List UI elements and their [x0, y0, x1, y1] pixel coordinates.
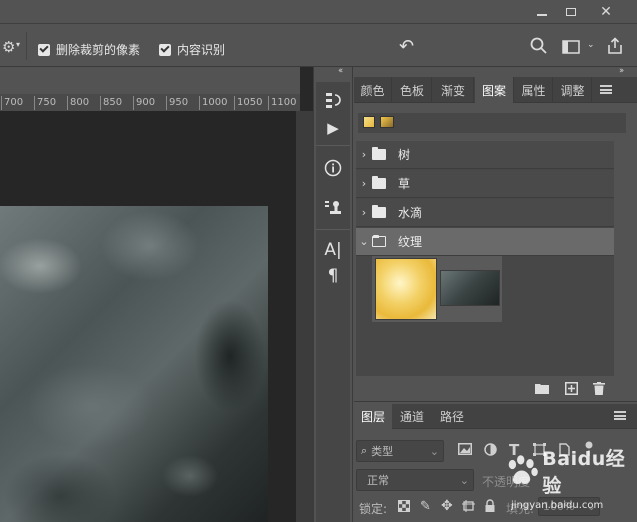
delete-cropped-pixels-label: 删除裁剪的像素 — [56, 43, 141, 57]
collapse-panels-icon[interactable]: ‹‹ — [338, 66, 343, 76]
recent-pattern-swatch[interactable] — [363, 116, 375, 128]
pixel-layer-filter-icon[interactable] — [458, 443, 472, 458]
texture-image-layer[interactable] — [0, 206, 268, 522]
watermark-brand: Baidu经验 — [542, 448, 626, 497]
ruler-tick: 700 — [1, 96, 23, 110]
workspace-chevron-down-icon[interactable]: ⌄ — [587, 40, 595, 50]
panel-menu-icon[interactable] — [600, 85, 612, 94]
search-icon: ⌕ — [361, 444, 368, 457]
reset-crop-icon[interactable]: ↶ — [399, 36, 414, 57]
chevron-right-icon[interactable]: › — [356, 206, 372, 219]
folder-icon — [372, 147, 386, 160]
chevron-down-icon: ⌄ — [459, 473, 469, 487]
menu-icon — [614, 411, 626, 420]
minimize-icon — [537, 14, 547, 16]
lock-all-icon[interactable] — [485, 499, 495, 515]
ruler-tick: 1000 — [199, 96, 227, 110]
close-icon: ✕ — [600, 4, 612, 20]
recent-pattern-swatch[interactable] — [380, 116, 394, 128]
gear-icon[interactable]: ⚙ — [2, 38, 15, 56]
tab-adjustments[interactable]: 调整 — [554, 77, 592, 103]
paw-logo — [508, 455, 538, 484]
blend-mode-select[interactable]: 正常 ⌄ — [356, 469, 474, 491]
actions-play-icon[interactable]: ▶ — [316, 116, 350, 140]
pattern-thumbnail-concrete[interactable] — [440, 270, 500, 306]
clone-source-icon[interactable] — [316, 196, 350, 220]
tab-patterns[interactable]: 图案 — [475, 77, 514, 103]
watermark: Baidu经验 jingyan.baidu.com — [505, 444, 637, 511]
watermark-url: jingyan.baidu.com — [511, 500, 604, 511]
pattern-group-name: 水滴 — [398, 206, 423, 220]
share-icon[interactable] — [606, 37, 624, 58]
divider — [316, 145, 350, 146]
ruler-tick: 1050 — [234, 96, 262, 110]
content-aware-checkbox[interactable]: 内容识别 — [159, 41, 225, 58]
ruler-tick: 950 — [166, 96, 188, 110]
adjustment-layer-filter-icon[interactable] — [484, 443, 497, 459]
divider — [26, 32, 27, 60]
new-pattern-icon[interactable] — [565, 382, 578, 398]
ruler-tick: 1100 — [268, 96, 296, 110]
tab-color[interactable]: 颜色 — [354, 77, 392, 103]
trash-icon[interactable] — [593, 382, 605, 398]
lock-transparent-pixels-icon[interactable] — [398, 500, 410, 515]
pattern-thumbnail-yellow[interactable] — [375, 258, 437, 320]
ruler-tick: 900 — [133, 96, 155, 110]
tab-swatches[interactable]: 色板 — [393, 77, 432, 103]
pattern-group-tree[interactable]: › 树 — [356, 141, 614, 169]
ruler-tick: 800 — [67, 96, 89, 110]
maximize-icon — [566, 8, 576, 16]
paragraph-icon[interactable]: ¶ — [316, 264, 350, 288]
folder-icon — [372, 205, 386, 218]
pattern-group-name: 树 — [398, 148, 411, 162]
chevron-down-icon[interactable]: ⌄ — [356, 235, 372, 248]
chevron-right-icon[interactable]: › — [356, 177, 372, 190]
close-button[interactable]: ✕ — [591, 2, 621, 22]
menu-icon — [600, 85, 612, 94]
layer-kind-filter-value: 类型 — [371, 445, 394, 458]
tab-paths[interactable]: 路径 — [432, 404, 472, 429]
character-icon[interactable]: A| — [316, 238, 350, 262]
tab-properties[interactable]: 属性 — [515, 77, 553, 103]
layers-panel-menu-icon[interactable] — [614, 411, 626, 420]
checkbox-checked-icon — [159, 43, 171, 56]
lock-image-pixels-icon[interactable]: ✎ — [420, 499, 431, 514]
pattern-group-texture[interactable]: ⌄ 纹理 — [356, 228, 614, 256]
panel-icon-column — [316, 82, 350, 522]
minimize-button[interactable] — [527, 2, 557, 22]
search-icon[interactable] — [530, 37, 548, 58]
ruler-tick: 750 — [34, 96, 56, 110]
blend-mode-value: 正常 — [367, 474, 389, 487]
divider — [316, 229, 350, 230]
workspace-icon[interactable] — [562, 40, 580, 57]
info-icon[interactable] — [316, 156, 350, 180]
pattern-group-water-drops[interactable]: › 水滴 — [356, 199, 614, 227]
folder-open-icon — [372, 235, 386, 247]
chevron-down-icon[interactable]: ▾ — [16, 40, 20, 49]
pattern-group-grass[interactable]: › 草 — [356, 170, 614, 198]
new-group-folder-icon[interactable] — [535, 382, 549, 397]
maximize-button[interactable] — [556, 2, 586, 22]
ruler-tick: 850 — [100, 96, 122, 110]
lock-position-icon[interactable]: ✥ — [441, 498, 453, 514]
chevron-down-icon: ⌄ — [429, 444, 439, 458]
history-icon[interactable] — [316, 88, 350, 112]
pattern-group-name: 纹理 — [398, 235, 423, 249]
content-aware-label: 内容识别 — [177, 43, 226, 57]
folder-icon — [372, 176, 386, 189]
tab-layers[interactable]: 图层 — [354, 404, 392, 429]
layer-kind-filter-select[interactable]: ⌕ 类型 ⌄ — [356, 440, 444, 462]
recent-patterns-row — [358, 113, 626, 133]
tab-channels[interactable]: 通道 — [393, 404, 431, 429]
collapse-right-panel-icon[interactable]: ›› — [619, 66, 624, 76]
lock-label: 锁定: — [359, 502, 388, 516]
chevron-right-icon[interactable]: › — [356, 148, 372, 161]
pattern-group-name: 草 — [398, 177, 411, 191]
checkbox-checked-icon — [38, 43, 50, 56]
canvas-scroll-gutter — [296, 111, 313, 522]
tab-gradients[interactable]: 渐变 — [433, 77, 474, 103]
lock-artboard-icon[interactable] — [462, 500, 475, 515]
delete-cropped-pixels-checkbox[interactable]: 删除裁剪的像素 — [38, 41, 140, 58]
